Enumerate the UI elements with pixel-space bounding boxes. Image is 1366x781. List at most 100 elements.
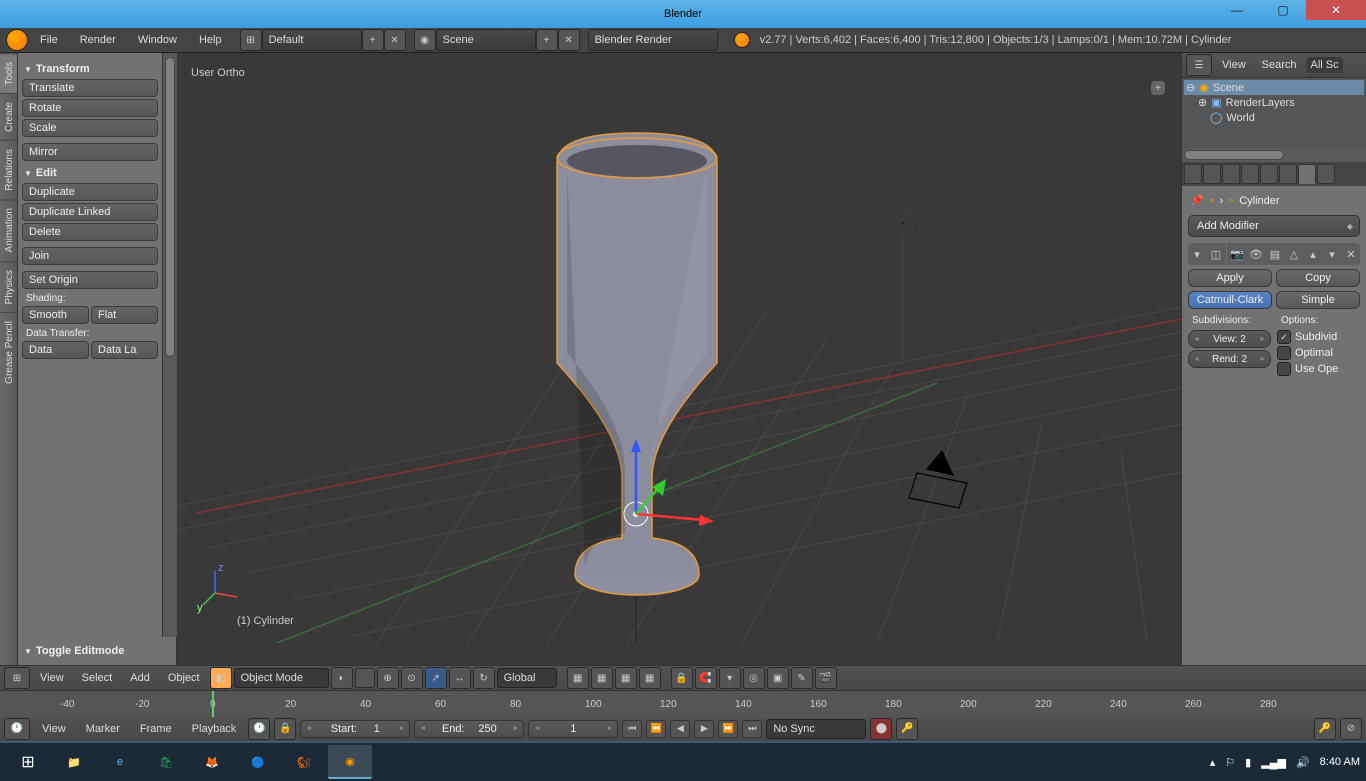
lock-camera-icon[interactable]: 🔒 [671,667,693,689]
set-origin-dropdown[interactable]: Set Origin [22,271,158,289]
layout-add-button[interactable]: + [362,29,384,51]
clapboard-icon[interactable]: 🎬 [815,667,837,689]
prop-tab-constraints[interactable] [1279,164,1297,184]
timeline-menu-view[interactable]: View [34,723,74,735]
tab-grease-pencil[interactable]: Grease Pencil [0,312,17,392]
operator-header[interactable]: Toggle Editmode [22,641,172,661]
firefox-icon[interactable]: 🦊 [190,745,234,779]
tab-physics[interactable]: Physics [0,261,17,312]
outliner-search-menu[interactable]: Search [1256,59,1303,71]
menu-window[interactable]: Window [128,34,187,46]
render-border-icon[interactable]: ▣ [767,667,789,689]
layer-button[interactable]: ▦ [615,667,637,689]
viewport-menu-add[interactable]: Add [122,672,158,684]
screen-layout-icon[interactable]: ⊞ [240,29,262,51]
smooth-button[interactable]: Smooth [22,306,89,324]
screen-layout-dropdown[interactable]: Default [262,29,362,51]
render-engine-dropdown[interactable]: Blender Render [588,29,718,51]
layer-button[interactable]: ▦ [591,667,613,689]
menu-file[interactable]: File [30,34,68,46]
outliner-hscrollbar[interactable] [1182,148,1366,162]
breadcrumb-object[interactable]: Cylinder [1239,195,1279,207]
timeline-ruler[interactable]: -40-200204060801001201401601802002202402… [0,691,1366,717]
copy-button[interactable]: Copy [1276,269,1360,287]
orientation-dropdown[interactable]: Global [497,668,557,688]
start-button[interactable]: ⊞ [6,745,50,779]
keying-insert-button[interactable]: 🔑 [1314,718,1336,740]
jump-start-button[interactable]: ⏮ [622,720,642,738]
pivot-icon[interactable]: ⊕ [377,667,399,689]
start-frame-field[interactable]: Start: 1 [300,720,410,738]
snap-icon[interactable]: 🧲 [695,667,717,689]
prop-tab-object[interactable] [1260,164,1278,184]
delete-button[interactable]: Delete [22,223,158,241]
manipulator-rotate[interactable]: ↻ [473,667,495,689]
simple-button[interactable]: Simple [1276,291,1360,309]
flag-icon[interactable]: ⚐ [1225,756,1235,769]
data-button[interactable]: Data [22,341,89,359]
use-preview-range-icon[interactable]: 🕐 [248,718,270,740]
pivot-manip-icon[interactable]: ⊙ [401,667,423,689]
outliner-filter-dropdown[interactable]: All Sc [1307,57,1343,73]
manipulator-translate[interactable]: ↔ [449,667,471,689]
shading-sphere-icon[interactable]: ◐ [331,667,353,689]
keyframe-next-button[interactable]: ⏩ [718,720,738,738]
toolshelf-scrollbar[interactable] [163,53,177,637]
keying-delete-button[interactable]: ⊘ [1340,718,1362,740]
region-toggle-icon[interactable]: + [1151,81,1165,95]
scene-add-button[interactable]: + [536,29,558,51]
timeline-menu-frame[interactable]: Frame [132,723,180,735]
viewport-editor-icon[interactable]: ⊞ [4,667,30,689]
proportional-edit-icon[interactable]: ◎ [743,667,765,689]
prop-tab-modifiers[interactable] [1298,164,1316,184]
rotate-button[interactable]: Rotate [22,99,158,117]
modifier-edit-toggle[interactable]: ▤ [1266,243,1284,265]
join-button[interactable]: Join [22,247,158,265]
tab-tools[interactable]: Tools [0,53,17,93]
modifier-move-down[interactable]: ▾ [1323,243,1341,265]
prop-tab-scene[interactable] [1222,164,1240,184]
flat-button[interactable]: Flat [91,306,158,324]
modifier-viewport-toggle[interactable]: 👁 [1247,243,1265,265]
subdivide-uvs-checkbox[interactable]: ✓ [1277,330,1291,344]
battery-icon[interactable]: ▮ [1245,756,1251,769]
layer-button[interactable]: ▦ [567,667,589,689]
translate-button[interactable]: Translate [22,79,158,97]
3d-viewport[interactable]: z y User Ortho (1) Cylinder + [177,53,1181,665]
current-frame-field[interactable]: 1 [528,720,618,738]
timeline-area[interactable]: -40-200204060801001201401601802002202402… [0,690,1366,716]
tab-relations[interactable]: Relations [0,140,17,199]
auto-keyframe-button[interactable]: ⬤ [870,718,892,740]
menu-render[interactable]: Render [70,34,126,46]
prop-tab-render[interactable] [1184,164,1202,184]
play-reverse-button[interactable]: ◀ [670,720,690,738]
timeline-menu-marker[interactable]: Marker [78,723,128,735]
tab-animation[interactable]: Animation [0,199,17,260]
keying-set-icon[interactable]: 🔑 [896,718,918,740]
optimal-display-checkbox[interactable] [1277,346,1291,360]
uc-icon[interactable]: 🐿 [282,745,326,779]
modifier-delete[interactable]: ✕ [1342,243,1360,265]
pin-icon[interactable]: 📌 [1190,194,1204,207]
menu-help[interactable]: Help [189,34,232,46]
outliner-renderlayers-row[interactable]: ⊕▣RenderLayers [1184,95,1364,110]
blender-taskbar-icon[interactable]: ◉ [328,745,372,779]
edit-panel-header[interactable]: Edit [22,163,158,183]
file-explorer-icon[interactable]: 📁 [52,745,96,779]
viewport-menu-view[interactable]: View [32,672,72,684]
shading-dropdown[interactable] [355,668,375,688]
sync-dropdown[interactable]: No Sync [766,719,866,739]
maximize-button[interactable]: ▢ [1260,0,1306,20]
wifi-icon[interactable]: ▂▄▆ [1261,756,1286,769]
catmull-clark-button[interactable]: Catmull-Clark [1188,291,1272,309]
apply-button[interactable]: Apply [1188,269,1272,287]
prop-tab-render-layers[interactable] [1203,164,1221,184]
transform-panel-header[interactable]: Transform [22,59,158,79]
modifier-render-toggle[interactable]: 📷 [1228,243,1246,265]
blender-logo-icon[interactable] [6,29,28,51]
close-button[interactable]: ✕ [1306,0,1366,20]
volume-icon[interactable]: 🔊 [1296,756,1310,769]
layer-button[interactable]: ▦ [639,667,661,689]
duplicate-linked-button[interactable]: Duplicate Linked [22,203,158,221]
clock[interactable]: 8:40 AM [1320,756,1360,768]
